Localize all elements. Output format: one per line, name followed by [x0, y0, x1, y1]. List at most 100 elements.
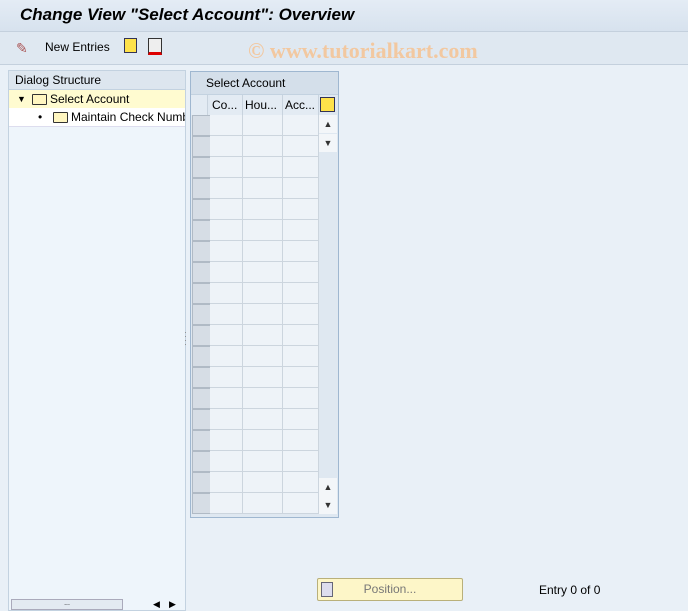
- row-selector[interactable]: [192, 178, 211, 199]
- scroll-up-icon[interactable]: ▲: [319, 478, 337, 496]
- table-cell[interactable]: [283, 472, 319, 493]
- table-row[interactable]: [191, 430, 319, 451]
- table-cell[interactable]: [210, 409, 243, 430]
- tree-node-maintain-check[interactable]: • Maintain Check Numb: [9, 108, 185, 127]
- table-cell[interactable]: [243, 262, 283, 283]
- table-cell[interactable]: [210, 346, 243, 367]
- table-cell[interactable]: [243, 304, 283, 325]
- table-cell[interactable]: [210, 178, 243, 199]
- table-row[interactable]: [191, 199, 319, 220]
- column-header[interactable]: Hou...: [243, 95, 283, 115]
- table-cell[interactable]: [243, 367, 283, 388]
- table-cell[interactable]: [243, 493, 283, 514]
- table-cell[interactable]: [243, 199, 283, 220]
- table-cell[interactable]: [283, 115, 319, 136]
- scroll-right-icon[interactable]: ▶: [169, 599, 176, 610]
- row-selector[interactable]: [192, 346, 211, 367]
- row-selector[interactable]: [192, 325, 211, 346]
- horizontal-scrollbar[interactable]: ...: [11, 599, 123, 610]
- select-all-cell[interactable]: [191, 95, 208, 115]
- table-row[interactable]: [191, 325, 319, 346]
- row-selector[interactable]: [192, 199, 211, 220]
- table-row[interactable]: [191, 220, 319, 241]
- table-cell[interactable]: [283, 367, 319, 388]
- table-row[interactable]: [191, 304, 319, 325]
- table-cell[interactable]: [243, 157, 283, 178]
- table-row[interactable]: [191, 367, 319, 388]
- table-cell[interactable]: [283, 157, 319, 178]
- table-cell[interactable]: [283, 241, 319, 262]
- table-row[interactable]: [191, 157, 319, 178]
- table-row[interactable]: [191, 262, 319, 283]
- row-selector[interactable]: [192, 220, 211, 241]
- table-cell[interactable]: [283, 178, 319, 199]
- table-cell[interactable]: [243, 472, 283, 493]
- table-cell[interactable]: [243, 241, 283, 262]
- row-selector[interactable]: [192, 115, 211, 136]
- table-cell[interactable]: [243, 115, 283, 136]
- copy-icon[interactable]: [124, 38, 137, 53]
- expand-icon[interactable]: ▼: [17, 90, 26, 108]
- table-row[interactable]: [191, 136, 319, 157]
- table-cell[interactable]: [210, 388, 243, 409]
- table-cell[interactable]: [243, 346, 283, 367]
- table-cell[interactable]: [210, 115, 243, 136]
- change-display-icon[interactable]: ✎: [16, 40, 28, 57]
- table-row[interactable]: [191, 115, 319, 136]
- table-cell[interactable]: [283, 283, 319, 304]
- table-cell[interactable]: [210, 283, 243, 304]
- table-cell[interactable]: [210, 136, 243, 157]
- row-selector[interactable]: [192, 157, 211, 178]
- table-row[interactable]: [191, 241, 319, 262]
- table-cell[interactable]: [243, 409, 283, 430]
- table-row[interactable]: [191, 178, 319, 199]
- new-entries-button[interactable]: New Entries: [45, 40, 110, 54]
- table-cell[interactable]: [283, 451, 319, 472]
- table-cell[interactable]: [283, 430, 319, 451]
- row-selector[interactable]: [192, 493, 211, 514]
- row-selector[interactable]: [192, 388, 211, 409]
- table-cell[interactable]: [210, 325, 243, 346]
- row-selector[interactable]: [192, 304, 211, 325]
- table-cell[interactable]: [210, 304, 243, 325]
- table-cell[interactable]: [210, 199, 243, 220]
- table-row[interactable]: [191, 346, 319, 367]
- row-selector[interactable]: [192, 136, 211, 157]
- table-row[interactable]: [191, 409, 319, 430]
- table-row[interactable]: [191, 451, 319, 472]
- table-cell[interactable]: [283, 493, 319, 514]
- table-cell[interactable]: [210, 220, 243, 241]
- table-cell[interactable]: [243, 388, 283, 409]
- row-selector[interactable]: [192, 262, 211, 283]
- scroll-down-icon[interactable]: ▼: [319, 134, 337, 152]
- scroll-up-icon[interactable]: ▲: [319, 115, 337, 133]
- table-cell[interactable]: [243, 451, 283, 472]
- table-cell[interactable]: [210, 157, 243, 178]
- row-selector[interactable]: [192, 430, 211, 451]
- row-selector[interactable]: [192, 241, 211, 262]
- table-cell[interactable]: [210, 493, 243, 514]
- splitter-handle[interactable]: · · · ·: [184, 328, 187, 349]
- table-row[interactable]: [191, 388, 319, 409]
- table-cell[interactable]: [243, 430, 283, 451]
- delete-icon[interactable]: [148, 38, 162, 55]
- table-cell[interactable]: [210, 430, 243, 451]
- table-cell[interactable]: [210, 451, 243, 472]
- table-cell[interactable]: [210, 241, 243, 262]
- table-cell[interactable]: [210, 472, 243, 493]
- table-cell[interactable]: [283, 136, 319, 157]
- table-cell[interactable]: [283, 346, 319, 367]
- table-cell[interactable]: [243, 325, 283, 346]
- table-cell[interactable]: [243, 220, 283, 241]
- column-header[interactable]: Co...: [210, 95, 243, 115]
- table-settings-icon[interactable]: [320, 97, 335, 112]
- table-cell[interactable]: [243, 178, 283, 199]
- row-selector[interactable]: [192, 451, 211, 472]
- table-cell[interactable]: [283, 388, 319, 409]
- column-header[interactable]: Acc...: [283, 95, 319, 115]
- table-row[interactable]: [191, 493, 319, 514]
- position-button[interactable]: Position...: [317, 578, 463, 601]
- table-cell[interactable]: [283, 409, 319, 430]
- row-selector[interactable]: [192, 283, 211, 304]
- row-selector[interactable]: [192, 367, 211, 388]
